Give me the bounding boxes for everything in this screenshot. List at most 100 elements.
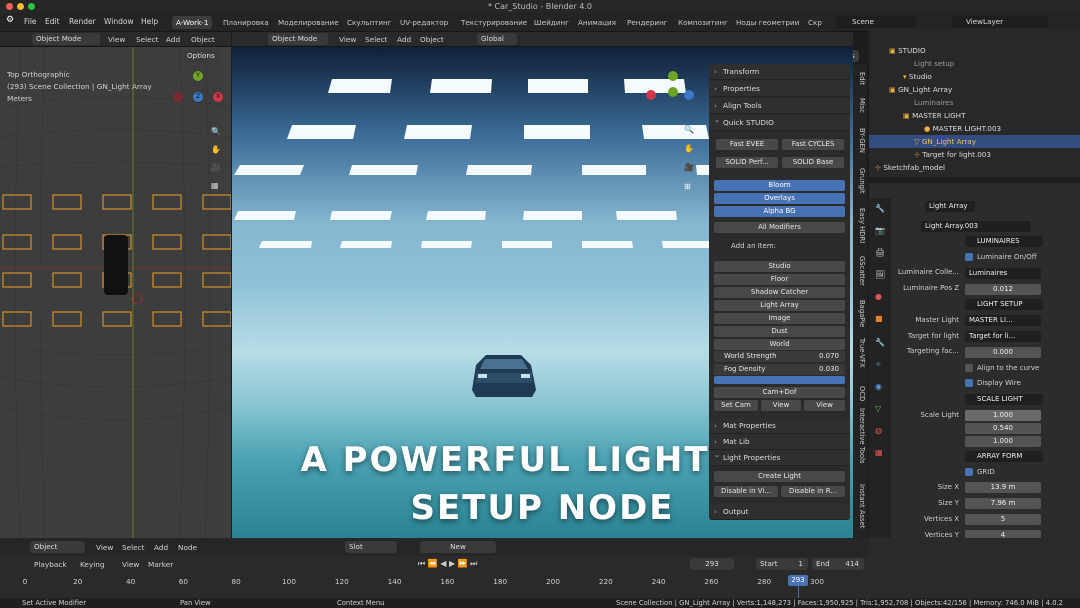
workspace-tab-compositing[interactable]: Композитинг [678,16,728,29]
particles-tab-icon[interactable]: ✧ [875,360,882,369]
tab-true-vfx[interactable]: True-VFX [854,338,866,368]
section-output[interactable]: Output [709,504,850,520]
tool-tab-icon[interactable]: 🔧 [875,204,885,213]
light-setup-header[interactable]: LIGHT SETUP [965,299,1043,310]
left-menu-select[interactable]: Select [136,35,159,44]
main-persp-icon[interactable]: ⊞ [684,182,691,191]
output-tab-icon[interactable]: 🖨 [875,248,885,257]
fast-eevee-button[interactable]: Fast EVEE [716,139,778,150]
outliner-row[interactable]: ▾ Studio [869,70,1080,83]
minimize-window-icon[interactable] [17,3,24,10]
scale-light-y-field[interactable]: 0.540 [965,423,1041,434]
main-menu-object[interactable]: Object [420,35,444,44]
section-properties[interactable]: Properties [709,81,850,97]
object-name-field[interactable]: Light Array [925,201,975,212]
main-gizmo-y-icon[interactable] [668,71,678,81]
section-mat-properties[interactable]: Mat Properties [709,418,850,434]
section-mat-lib[interactable]: Mat Lib [709,434,850,450]
workspace-tab-geometry-nodes[interactable]: Ноды геометрии [736,16,799,29]
targeting-factor-field[interactable]: 0.000 [965,347,1041,358]
main-zoom-icon[interactable]: 🔍 [684,125,694,134]
menu-edit[interactable]: Edit [45,17,60,26]
outliner-row[interactable]: ▣ MASTER LIGHT [869,109,1080,122]
workspace-tab-sculpting[interactable]: Скульптинг [347,16,391,29]
menu-render[interactable]: Render [69,17,96,26]
outliner-row[interactable]: ⊹ Sketchfab_model [869,161,1080,174]
outliner-row[interactable]: Light setup [869,57,1080,70]
outliner-row[interactable]: ● MASTER LIGHT.003 [869,122,1080,135]
timeline-playhead[interactable]: 293 [788,575,808,586]
menu-help[interactable]: Help [141,17,158,26]
section-align-tools[interactable]: Align Tools [709,98,850,114]
tab-bagapie[interactable]: BagaPie [854,300,866,327]
scene-selector[interactable]: Scene [836,16,916,28]
scale-light-x-field[interactable]: 1.000 [965,410,1041,421]
set-cam-button[interactable]: Set Cam [714,400,758,411]
physics-tab-icon[interactable]: ◉ [875,382,882,391]
gizmo-neg-x-axis[interactable] [173,92,183,102]
left-menu-view[interactable]: View [108,35,125,44]
close-window-icon[interactable] [6,3,13,10]
overlays-toggle[interactable]: Overlays [714,193,845,204]
add-studio-button[interactable]: Studio [714,261,845,272]
menu-window[interactable]: Window [104,17,134,26]
scale-light-z-field[interactable]: 1.000 [965,436,1041,447]
tab-edit[interactable]: Edit [854,72,866,85]
section-transform[interactable]: Transform [709,64,850,80]
modifier-tab-icon[interactable]: 🔧 [875,338,885,347]
workspace-tab-a-work[interactable]: A-Work-1 [172,16,213,29]
gizmo-x-axis[interactable]: X [213,92,223,102]
target-light-field[interactable]: Target for li... [965,331,1041,342]
luminaire-posz-field[interactable]: 0.012 [965,284,1041,295]
maximize-window-icon[interactable] [28,3,35,10]
master-light-field[interactable]: MASTER LI... [965,315,1041,326]
workspace-tab-rendering[interactable]: Рендеринг [627,16,668,29]
array-form-header[interactable]: ARRAY FORM [965,451,1043,462]
luminaires-header[interactable]: LUMINAIRES [965,236,1043,247]
main-menu-view[interactable]: View [339,35,356,44]
workspace-tab-scripting[interactable]: Скр [808,16,822,29]
workspace-tab-texture[interactable]: Текстурирование [461,16,527,29]
alpha-bg-toggle[interactable]: Alpha BG [714,206,845,217]
outliner-row-selected[interactable]: ▽ GN_Light Array [869,135,1080,148]
outliner-row[interactable]: ⊹ Target for light.003 [869,148,1080,161]
disable-in-render-button[interactable]: Disable in R... [781,486,845,497]
fast-cycles-button[interactable]: Fast CYCLES [782,139,844,150]
add-image-button[interactable]: Image [714,313,845,324]
luminaire-onoff-checkbox[interactable] [965,253,973,261]
create-light-button[interactable]: Create Light [714,471,845,482]
size-y-field[interactable]: 7.96 m [965,498,1041,509]
object-tab-icon[interactable]: ■ [875,314,883,323]
scene-tab-icon[interactable]: ● [875,292,882,301]
main-pan-icon[interactable]: ✋ [684,144,694,153]
main-mode-dropdown[interactable]: Object Mode [268,33,328,45]
all-modifiers-button[interactable]: All Modifiers [714,222,845,233]
menu-file[interactable]: File [24,17,37,26]
pan-hand-icon[interactable]: ✋ [211,145,221,154]
workspace-tab-layout[interactable]: Планировка [223,16,269,29]
tab-instant-asset[interactable]: Instant Asset [854,484,866,528]
gizmo-y-axis[interactable]: Y [193,71,203,81]
grid-toggle-icon[interactable]: ▦ [211,181,219,190]
outliner-row[interactable]: Luminaires [869,96,1080,109]
tab-interactive-tools[interactable]: Interactive Tools [854,408,866,464]
tab-grungit[interactable]: Grungit [854,168,866,194]
view-button-1[interactable]: View [761,400,801,411]
workspace-tab-shading[interactable]: Шейдинг [534,16,569,29]
tab-misc[interactable]: Misc [854,98,866,113]
add-light-array-button[interactable]: Light Array [714,300,845,311]
disable-in-viewport-button[interactable]: Disable in Vi... [714,486,778,497]
align-curve-checkbox[interactable] [965,364,973,372]
size-x-field[interactable]: 13.9 m [965,482,1041,493]
camera-icon[interactable]: 🎥 [211,163,221,172]
luminaire-collection-field[interactable]: Luminaires [965,268,1041,279]
workspace-tab-uv[interactable]: UV-редактор [400,16,448,29]
left-mode-dropdown[interactable]: Object Mode [32,33,100,45]
color-bar[interactable] [714,376,845,384]
cam-dof-button[interactable]: Cam+Dof [714,387,845,398]
timeline-ruler[interactable]: 0 20 40 60 80 100 120 140 160 180 200 220 240 260 280 3… [0,538,869,598]
left-viewport-top-ortho[interactable]: Top Orthographic (293) Scene Collection … [0,47,231,538]
view-layer-selector[interactable]: ViewLayer [952,16,1048,28]
constraints-tab-icon[interactable]: ▽ [875,404,881,413]
left-menu-object[interactable]: Object [191,35,215,44]
